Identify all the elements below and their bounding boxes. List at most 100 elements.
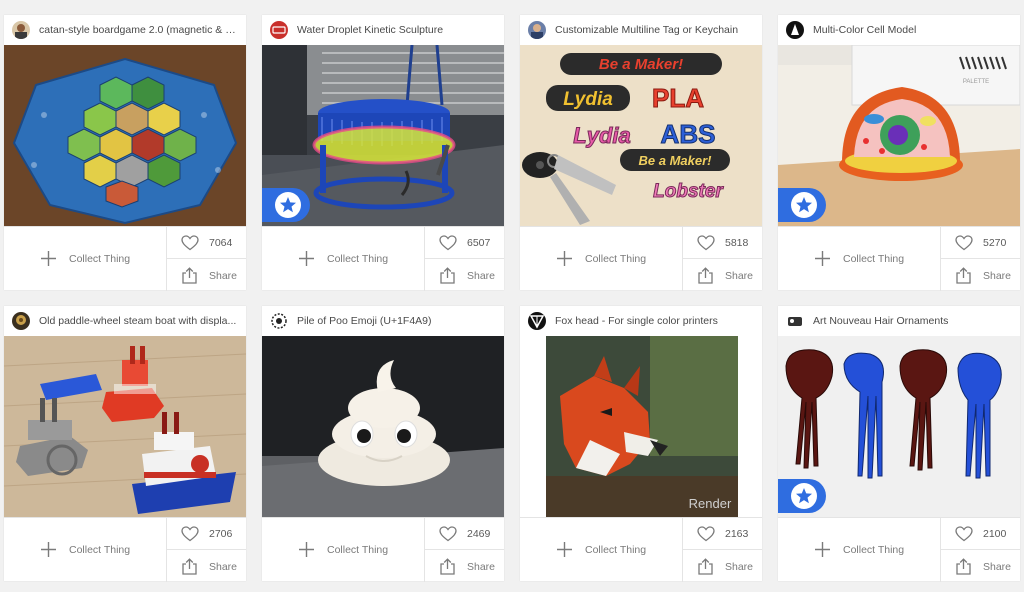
collect-thing-button[interactable]: Collect Thing: [4, 227, 167, 291]
collect-thing-button[interactable]: Collect Thing: [778, 227, 941, 291]
thing-card: Old paddle-wheel steam boat with displa.…: [4, 306, 246, 582]
share-label: Share: [983, 561, 1012, 573]
collect-thing-button[interactable]: Collect Thing: [4, 518, 167, 582]
thing-thumbnail[interactable]: Be a Maker! Lydia PLA Lydia ABS Be a Mak…: [520, 45, 762, 226]
collect-thing-label: Collect Thing: [327, 253, 389, 265]
thing-title[interactable]: catan-style boardgame 2.0 (magnetic & m.…: [39, 23, 241, 37]
share-button[interactable]: Share: [683, 259, 762, 291]
image-text: PALETTE: [963, 79, 989, 85]
image-text: Lydia: [573, 123, 630, 148]
card-header: Old paddle-wheel steam boat with displa.…: [4, 306, 246, 336]
collect-thing-button[interactable]: Collect Thing: [262, 518, 425, 582]
share-label: Share: [209, 270, 238, 282]
collect-thing-label: Collect Thing: [585, 544, 647, 556]
like-button[interactable]: 2163: [683, 518, 762, 550]
thing-thumbnail[interactable]: [4, 45, 246, 226]
share-label: Share: [467, 270, 496, 282]
share-label: Share: [467, 561, 496, 573]
share-button[interactable]: Share: [941, 550, 1020, 582]
thing-title[interactable]: Pile of Poo Emoji (U+1F4A9): [297, 314, 499, 328]
thing-title[interactable]: Water Droplet Kinetic Sculpture: [297, 23, 499, 37]
card-header: Pile of Poo Emoji (U+1F4A9): [262, 306, 504, 336]
heart-icon: [181, 526, 199, 542]
plus-icon: [299, 542, 314, 557]
thing-thumbnail[interactable]: Render: [520, 336, 762, 517]
creator-avatar[interactable]: [528, 21, 546, 39]
card-footer: Collect Thing 6507 Share: [262, 226, 504, 291]
share-icon: [440, 558, 455, 575]
collect-thing-button[interactable]: Collect Thing: [778, 518, 941, 582]
thing-title[interactable]: Fox head - For single color printers: [555, 314, 757, 328]
thing-card: Customizable Multiline Tag or Keychain B…: [520, 15, 762, 291]
star-icon: [796, 197, 812, 213]
heart-icon: [697, 235, 715, 251]
heart-icon: [439, 526, 457, 542]
like-button[interactable]: 2706: [167, 518, 246, 550]
creator-avatar[interactable]: [528, 312, 546, 330]
like-button[interactable]: 2469: [425, 518, 504, 550]
like-count: 7064: [209, 237, 233, 249]
share-icon: [956, 558, 971, 575]
thing-title[interactable]: Old paddle-wheel steam boat with displa.…: [39, 314, 241, 328]
thing-thumbnail[interactable]: [778, 336, 1020, 517]
share-label: Share: [983, 270, 1012, 282]
plus-icon: [41, 251, 56, 266]
thing-title[interactable]: Multi-Color Cell Model: [813, 23, 1015, 37]
things-grid: catan-style boardgame 2.0 (magnetic & m.…: [0, 0, 1024, 592]
card-header: Fox head - For single color printers: [520, 306, 762, 336]
like-button[interactable]: 2100: [941, 518, 1020, 550]
share-button[interactable]: Share: [425, 550, 504, 582]
creator-avatar[interactable]: [270, 312, 288, 330]
thing-thumbnail[interactable]: [262, 45, 504, 226]
share-button[interactable]: Share: [167, 550, 246, 582]
card-header: Water Droplet Kinetic Sculpture: [262, 15, 504, 45]
plus-icon: [41, 542, 56, 557]
collect-thing-label: Collect Thing: [69, 544, 131, 556]
thing-title[interactable]: Customizable Multiline Tag or Keychain: [555, 23, 757, 37]
collect-thing-label: Collect Thing: [327, 544, 389, 556]
like-button[interactable]: 5818: [683, 227, 762, 259]
like-button[interactable]: 6507: [425, 227, 504, 259]
share-button[interactable]: Share: [167, 259, 246, 291]
creator-avatar[interactable]: [12, 312, 30, 330]
like-count: 2163: [725, 528, 749, 540]
card-footer: Collect Thing 5818 Share: [520, 226, 762, 291]
share-icon: [440, 267, 455, 284]
heart-icon: [955, 235, 973, 251]
star-icon: [280, 197, 296, 213]
thing-card: Art Nouveau Hair Ornaments Collect Thing…: [778, 306, 1020, 582]
thing-card: Fox head - For single color printers Ren…: [520, 306, 762, 582]
collect-thing-label: Collect Thing: [585, 253, 647, 265]
collect-thing-button[interactable]: Collect Thing: [262, 227, 425, 291]
card-header: catan-style boardgame 2.0 (magnetic & m.…: [4, 15, 246, 45]
thing-thumbnail[interactable]: PALETTE: [778, 45, 1020, 226]
creator-avatar[interactable]: [786, 312, 804, 330]
share-icon: [956, 267, 971, 284]
thing-card: Pile of Poo Emoji (U+1F4A9) Collect Thin…: [262, 306, 504, 582]
collect-thing-button[interactable]: Collect Thing: [520, 227, 683, 291]
share-button[interactable]: Share: [683, 550, 762, 582]
thing-thumbnail[interactable]: [262, 336, 504, 517]
card-footer: Collect Thing 2706 Share: [4, 517, 246, 582]
image-text: PLA: [652, 83, 704, 113]
image-text: Lobster: [653, 181, 724, 202]
creator-avatar[interactable]: [270, 21, 288, 39]
heart-icon: [955, 526, 973, 542]
like-button[interactable]: 5270: [941, 227, 1020, 259]
like-button[interactable]: 7064: [167, 227, 246, 259]
plus-icon: [299, 251, 314, 266]
featured-badge: [262, 188, 310, 222]
like-count: 2100: [983, 528, 1007, 540]
featured-badge: [778, 479, 826, 513]
share-button[interactable]: Share: [941, 259, 1020, 291]
creator-avatar[interactable]: [12, 21, 30, 39]
share-button[interactable]: Share: [425, 259, 504, 291]
card-header: Multi-Color Cell Model: [778, 15, 1020, 45]
share-icon: [698, 558, 713, 575]
share-label: Share: [725, 561, 754, 573]
thing-thumbnail[interactable]: [4, 336, 246, 517]
creator-avatar[interactable]: [786, 21, 804, 39]
collect-thing-button[interactable]: Collect Thing: [520, 518, 683, 582]
thing-title[interactable]: Art Nouveau Hair Ornaments: [813, 314, 1015, 328]
thing-card: Water Droplet Kinetic Sculpture Collect …: [262, 15, 504, 291]
